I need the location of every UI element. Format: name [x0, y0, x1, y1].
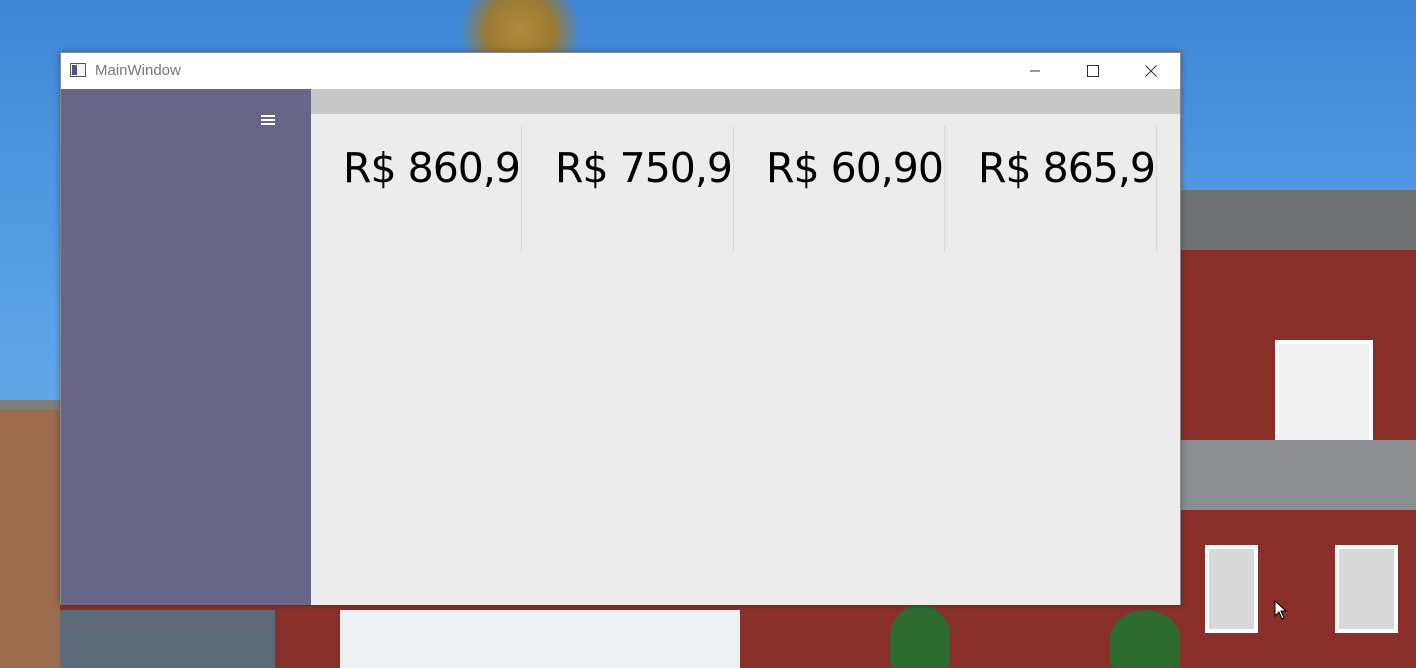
window-title: MainWindow: [95, 62, 181, 79]
price-label: R$ 860,90: [343, 144, 521, 192]
main-window: MainWindow R$ 860,90: [60, 52, 1181, 605]
background-house-window: [1275, 340, 1373, 448]
main-content: R$ 860,90 R$ 750,90 R$ 60,90 R$ 865,90: [311, 89, 1180, 605]
background-bush: [1110, 610, 1180, 668]
background-bush: [890, 605, 950, 668]
price-label: R$ 750,90: [555, 144, 733, 192]
background-porch-roof: [1180, 440, 1416, 510]
close-icon: [1145, 65, 1157, 77]
minimize-icon: [1030, 70, 1040, 72]
close-button[interactable]: [1122, 53, 1180, 89]
app-window-icon: [70, 63, 86, 77]
price-card[interactable]: R$ 865,90: [946, 126, 1157, 252]
price-card[interactable]: R$ 750,90: [523, 126, 734, 252]
background-tree: [440, 0, 600, 52]
hamburger-menu-icon[interactable]: [259, 113, 277, 131]
price-card[interactable]: R$ 60,90: [734, 126, 945, 252]
title-bar[interactable]: MainWindow: [61, 53, 1180, 89]
price-label: R$ 60,90: [766, 144, 944, 192]
minimize-button[interactable]: [1006, 53, 1064, 89]
price-card[interactable]: R$ 860,90: [311, 126, 522, 252]
background-garage-door: [340, 610, 740, 668]
price-label: R$ 865,90: [978, 144, 1156, 192]
content-top-bar: [311, 89, 1180, 114]
sidebar: [61, 89, 311, 605]
background-neighbor-house: [0, 410, 60, 668]
background-siding: [60, 610, 275, 668]
maximize-button[interactable]: [1064, 53, 1122, 89]
background-house-window: [1335, 545, 1398, 633]
background-house-window: [1205, 545, 1258, 633]
price-list: R$ 860,90 R$ 750,90 R$ 60,90 R$ 865,90: [311, 126, 1180, 252]
maximize-icon: [1087, 65, 1099, 77]
